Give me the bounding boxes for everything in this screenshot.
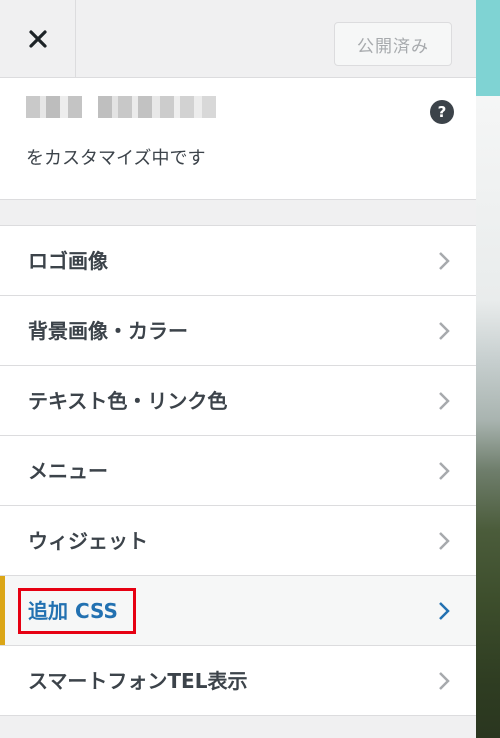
- customizing-text: をカスタマイズ中です: [26, 148, 206, 169]
- menu-item-text-link-color[interactable]: テキスト色・リンク色: [0, 366, 476, 436]
- menu-item-label: 背景画像・カラー: [28, 319, 188, 343]
- menu-item-logo-image[interactable]: ロゴ画像: [0, 226, 476, 296]
- customizer-panel: 公開済み をカスタマイズ中です ? ロゴ画像 背景画像・カラー テキスト色・リン…: [0, 0, 476, 738]
- customizer-header: 公開済み: [0, 0, 476, 78]
- menu-item-label: ロゴ画像: [28, 249, 108, 273]
- menu-item-additional-css[interactable]: 追加 CSS: [0, 576, 476, 646]
- menu-item-background-color[interactable]: 背景画像・カラー: [0, 296, 476, 366]
- close-icon: [28, 30, 47, 48]
- menu-item-widgets[interactable]: ウィジェット: [0, 506, 476, 576]
- chevron-right-icon: [439, 602, 450, 620]
- publish-button[interactable]: 公開済み: [334, 22, 452, 66]
- highlight-annotation: [18, 588, 136, 634]
- menu-item-menus[interactable]: メニュー: [0, 436, 476, 506]
- customizer-menu: ロゴ画像 背景画像・カラー テキスト色・リンク色 メニュー ウィジェット 追加 …: [0, 225, 476, 716]
- menu-item-smartphone-tel[interactable]: スマートフォンTEL表示: [0, 646, 476, 716]
- chevron-right-icon: [439, 392, 450, 410]
- menu-item-label: メニュー: [28, 459, 108, 483]
- chevron-right-icon: [439, 462, 450, 480]
- customize-info: をカスタマイズ中です ?: [0, 78, 476, 200]
- preview-header-accent: [476, 0, 500, 96]
- help-icon[interactable]: ?: [430, 100, 454, 124]
- menu-item-label: テキスト色・リンク色: [28, 389, 228, 413]
- chevron-right-icon: [439, 252, 450, 270]
- menu-item-label: ウィジェット: [28, 529, 148, 553]
- chevron-right-icon: [439, 672, 450, 690]
- chevron-right-icon: [439, 532, 450, 550]
- close-button[interactable]: [0, 0, 76, 78]
- menu-item-label: スマートフォンTEL表示: [28, 669, 248, 693]
- chevron-right-icon: [439, 322, 450, 340]
- site-preview: [476, 0, 500, 738]
- site-title-blurred: [26, 96, 216, 118]
